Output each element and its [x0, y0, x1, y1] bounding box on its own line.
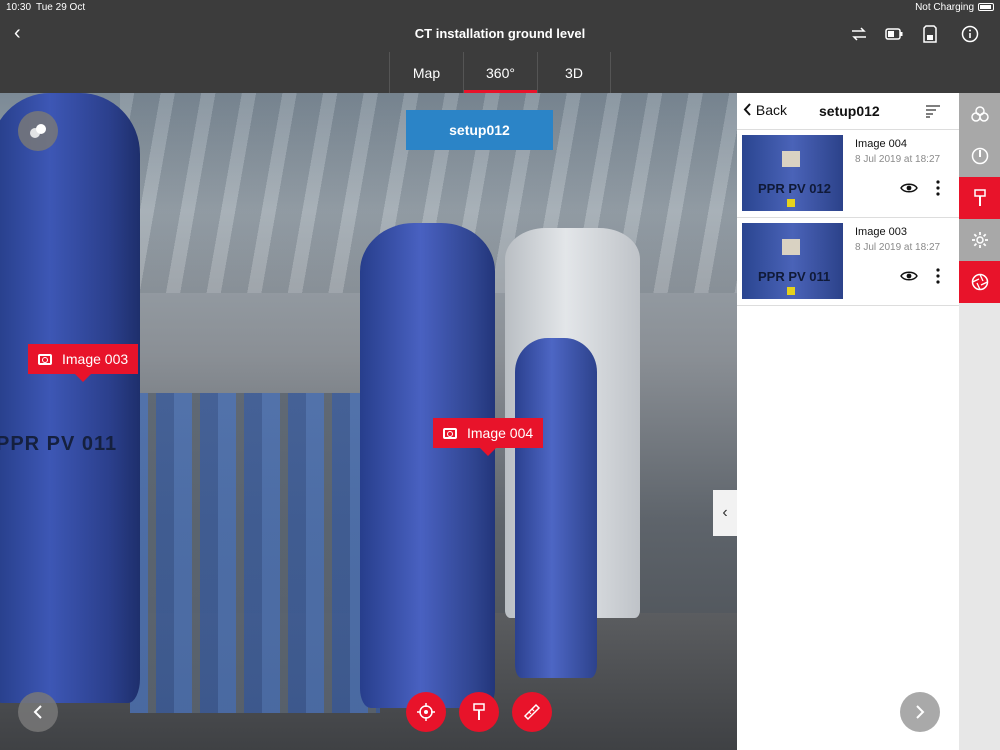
image-thumbnail: PPR PV 011 — [742, 223, 843, 299]
item-date: 8 Jul 2019 at 18:27 — [855, 154, 941, 165]
sort-icon[interactable] — [925, 104, 941, 118]
chevron-right-icon — [916, 705, 925, 719]
setup-label[interactable]: setup012 — [406, 110, 553, 150]
marker-label: Image 004 — [467, 425, 534, 441]
status-charge: Not Charging — [915, 2, 974, 13]
circles-icon — [30, 124, 46, 138]
ruler-icon — [523, 703, 541, 721]
panorama-viewer[interactable]: PPR PV 011 setup012 Image 003 Image 004 … — [0, 93, 737, 750]
thumb-yellow-tag — [787, 287, 795, 295]
item-date: 8 Jul 2019 at 18:27 — [855, 242, 941, 253]
tab-3d[interactable]: 3D — [537, 52, 611, 93]
image-marker-004[interactable]: Image 004 — [433, 418, 544, 456]
status-time: 10:30 — [6, 2, 32, 13]
status-date: Tue 29 Oct — [36, 2, 86, 13]
thumb-label-plate — [782, 239, 800, 255]
panel-header: Back setup012 — [737, 93, 959, 130]
prev-button[interactable] — [18, 692, 58, 732]
eye-icon[interactable] — [900, 270, 918, 282]
tab-360[interactable]: 360° — [463, 52, 537, 93]
item-name: Image 004 — [855, 138, 907, 150]
rail-settings-button[interactable] — [959, 219, 1000, 261]
status-battery-icon — [978, 3, 994, 11]
thumb-label-plate — [782, 151, 800, 167]
panel-title: setup012 — [819, 103, 880, 119]
compass-icon — [971, 147, 988, 165]
nav-bar: ‹ CT installation ground level — [0, 16, 1000, 52]
item-name: Image 003 — [855, 226, 907, 238]
status-bar: 10:30 Tue 29 Oct Not Charging — [0, 0, 1000, 16]
machinery — [130, 393, 380, 713]
target-tool-button[interactable] — [406, 692, 446, 732]
camera-icon — [38, 353, 52, 365]
panel-back-label: Back — [755, 102, 788, 118]
marker-tool-icon — [973, 189, 986, 206]
images-panel: Back setup012 PPR PV 012 Image 004 8 Jul… — [737, 93, 959, 750]
blue-tank-middle — [360, 223, 495, 708]
chevron-left-icon — [33, 705, 42, 719]
aperture-icon — [971, 273, 988, 291]
blue-tank-right — [515, 338, 597, 678]
view-tab-bar: Map 360° 3D — [0, 52, 1000, 93]
rail-marker-button[interactable] — [959, 177, 1000, 219]
collapse-panel-button[interactable]: ‹ — [713, 490, 737, 536]
more-icon[interactable] — [935, 268, 941, 284]
blue-tank-left: PPR PV 011 — [0, 93, 140, 703]
rail-layers-button[interactable] — [959, 93, 1000, 135]
marker-label: Image 003 — [62, 351, 129, 367]
image-marker-003[interactable]: Image 003 — [28, 344, 139, 382]
info-icon[interactable] — [960, 24, 980, 44]
panel-back-button[interactable]: Back — [743, 102, 787, 118]
thumb-text: PPR PV 012 — [758, 181, 831, 196]
more-icon[interactable] — [935, 180, 941, 196]
list-item[interactable]: PPR PV 011 Image 003 8 Jul 2019 at 18:27 — [737, 218, 959, 306]
list-item[interactable]: PPR PV 012 Image 004 8 Jul 2019 at 18:27 — [737, 130, 959, 218]
marker-tool-button[interactable] — [459, 692, 499, 732]
rail-compass-button[interactable] — [959, 135, 1000, 177]
rail-aperture-button[interactable] — [959, 261, 1000, 303]
thumb-yellow-tag — [787, 199, 795, 207]
thumb-text: PPR PV 011 — [758, 269, 831, 284]
tank-text: PPR PV 011 — [0, 433, 118, 455]
layers-toggle-button[interactable] — [18, 111, 58, 151]
next-button[interactable] — [900, 692, 940, 732]
measure-tool-button[interactable] — [512, 692, 552, 732]
chevron-left-icon — [743, 103, 751, 116]
sync-icon[interactable] — [849, 24, 869, 44]
tool-rail — [959, 93, 1000, 750]
battery-icon[interactable] — [884, 24, 904, 44]
sd-card-icon[interactable] — [920, 24, 940, 44]
crosshair-icon — [417, 703, 435, 721]
tab-map[interactable]: Map — [389, 52, 463, 93]
layers-icon — [970, 106, 989, 122]
image-thumbnail: PPR PV 012 — [742, 135, 843, 211]
settings-icon — [971, 232, 988, 248]
camera-icon — [443, 427, 457, 439]
eye-icon[interactable] — [900, 182, 918, 194]
marker-tool-icon — [473, 703, 485, 720]
